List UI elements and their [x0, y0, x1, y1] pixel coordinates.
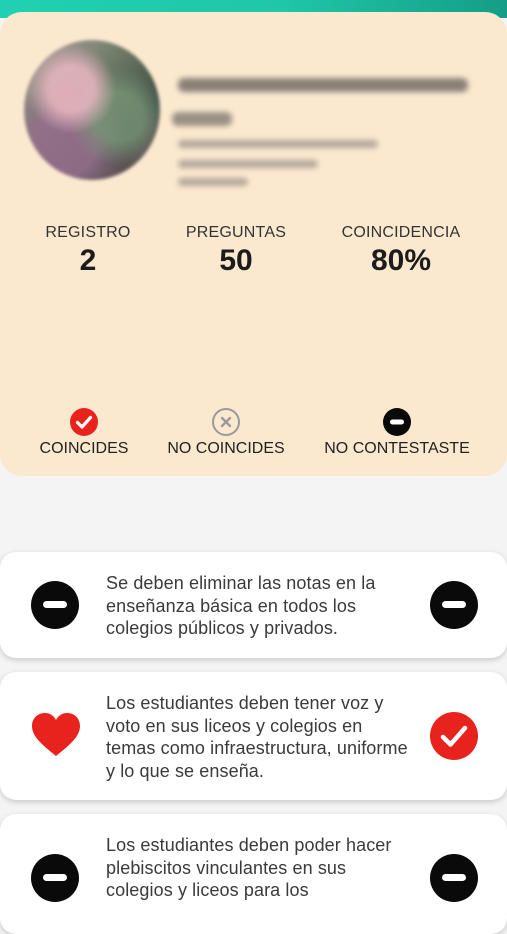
stat-value: 80% [370, 244, 432, 277]
heart-icon [31, 712, 81, 758]
blurred-detail-line [178, 160, 318, 168]
legend-label: NO CONTESTASTE [324, 440, 470, 457]
minus-circle-icon [430, 581, 478, 629]
minus-circle-icon [383, 408, 411, 436]
minus-circle-icon [430, 854, 478, 902]
stat-coincidencia: COINCIDENCIA 80% [330, 224, 472, 278]
legend-label: NO COINCIDES [167, 440, 285, 457]
minus-circle-icon [31, 854, 79, 902]
avatar[interactable] [24, 40, 160, 180]
blurred-name [178, 78, 468, 92]
stat-label: PREGUNTAS [185, 224, 287, 241]
minus-circle-icon [31, 581, 79, 629]
question-card[interactable]: Los estudiantes deben tener voz y voto e… [0, 672, 507, 800]
question-text: Los estudiantes deben tener voz y voto e… [106, 693, 408, 781]
question-card[interactable]: Los estudiantes deben poder hacer plebis… [0, 814, 507, 934]
question-card[interactable]: Se deben eliminar las notas en la enseña… [0, 552, 507, 658]
question-text: Los estudiantes deben poder hacer plebis… [106, 835, 392, 900]
blurred-detail-line [178, 140, 378, 148]
stat-value: 50 [219, 244, 253, 277]
legend-label: COINCIDES [39, 440, 129, 457]
check-circle-icon [430, 712, 478, 760]
stat-registro: REGISTRO 2 [38, 224, 138, 278]
stat-value: 2 [79, 244, 97, 277]
question-text: Se deben eliminar las notas en la enseña… [106, 573, 376, 638]
legend-no-coincides: NO COINCIDES [164, 408, 288, 458]
legend-no-contestaste: NO CONTESTASTE [320, 408, 474, 458]
stat-label: COINCIDENCIA [341, 224, 461, 241]
legend-coincides: COINCIDES [34, 408, 134, 458]
x-circle-icon [212, 408, 240, 436]
profile-card: REGISTRO 2 PREGUNTAS 50 COINCIDENCIA 80%… [0, 12, 507, 476]
blurred-detail-line [178, 178, 248, 186]
blurred-subtitle [172, 112, 232, 126]
check-circle-icon [70, 408, 98, 436]
stat-label: REGISTRO [45, 224, 131, 241]
stat-preguntas: PREGUNTAS 50 [176, 224, 296, 278]
